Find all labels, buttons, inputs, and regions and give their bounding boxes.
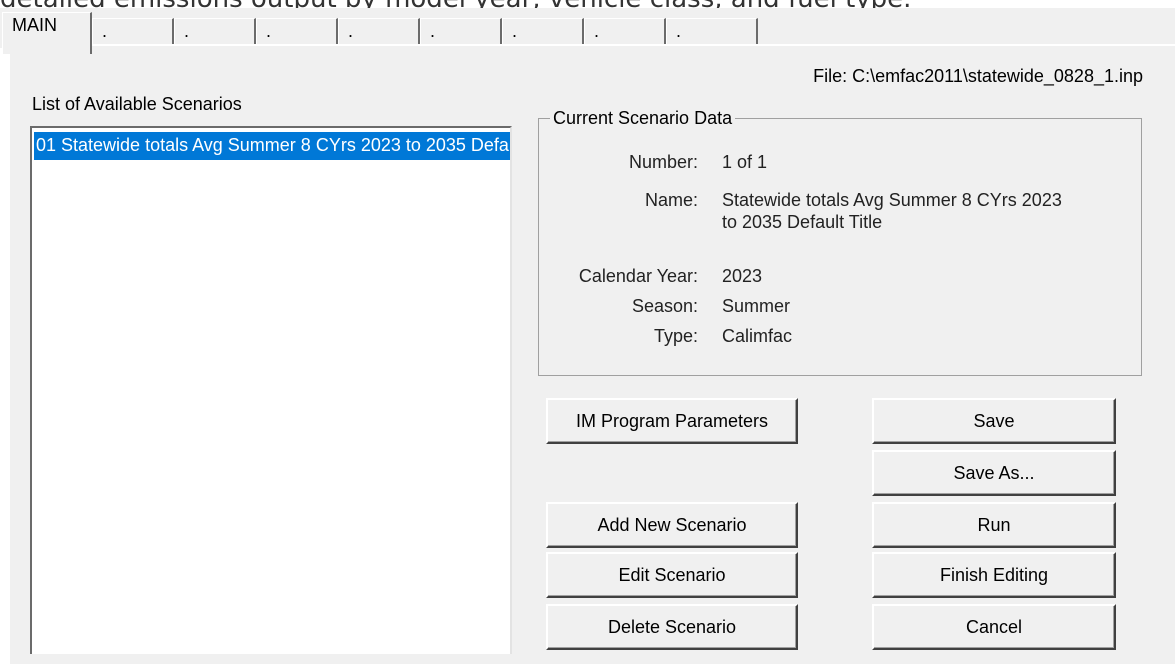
file-path-label: File: C:\emfac2011\statewide_0828_1.inp [813,66,1143,86]
tab-bar: MAIN . . . . . . . . [0,8,1175,54]
type-label: Type: [653,326,698,346]
list-item[interactable]: 01 Statewide totals Avg Summer 8 CYrs 20… [34,132,510,160]
number-value: 1 of 1 [722,152,768,172]
season-value: Summer [722,296,791,316]
tab-8-label: . [594,21,600,41]
number-label: Number: [628,152,698,172]
name-value-line1: Statewide totals Avg Summer 8 CYrs 2023 [722,190,1062,210]
run-button[interactable]: Run [872,502,1116,548]
tab-main-label: MAIN [12,15,57,35]
tab-main[interactable]: MAIN [2,12,92,54]
tab-7-label: . [512,21,518,41]
calendar-year-label: Calendar Year: [578,266,698,286]
edit-scenario-button[interactable]: Edit Scenario [546,552,798,598]
name-value-line2: to 2035 Default Title [722,212,883,232]
tab-4-label: . [266,21,272,41]
im-program-parameters-button[interactable]: IM Program Parameters [546,398,798,444]
current-scenario-title: Current Scenario Data [550,108,736,129]
season-label: Season: [631,296,698,316]
tab-3-label: . [184,21,190,41]
save-as-button[interactable]: Save As... [872,450,1116,496]
tab-2-label: . [102,21,108,41]
scenario-listbox[interactable]: 01 Statewide totals Avg Summer 8 CYrs 20… [30,126,512,654]
cancel-button[interactable]: Cancel [872,604,1116,650]
type-value: Calimfac [722,326,793,346]
name-label: Name: [644,190,698,210]
finish-editing-button[interactable]: Finish Editing [872,552,1116,598]
tab-6-label: . [430,21,436,41]
tab-5-label: . [348,21,354,41]
delete-scenario-button[interactable]: Delete Scenario [546,604,798,650]
scenario-list-label: List of Available Scenarios [32,94,242,114]
add-new-scenario-button[interactable]: Add New Scenario [546,502,798,548]
tab-9-label: . [676,21,682,41]
calendar-year-value: 2023 [722,266,763,286]
save-button[interactable]: Save [872,398,1116,444]
